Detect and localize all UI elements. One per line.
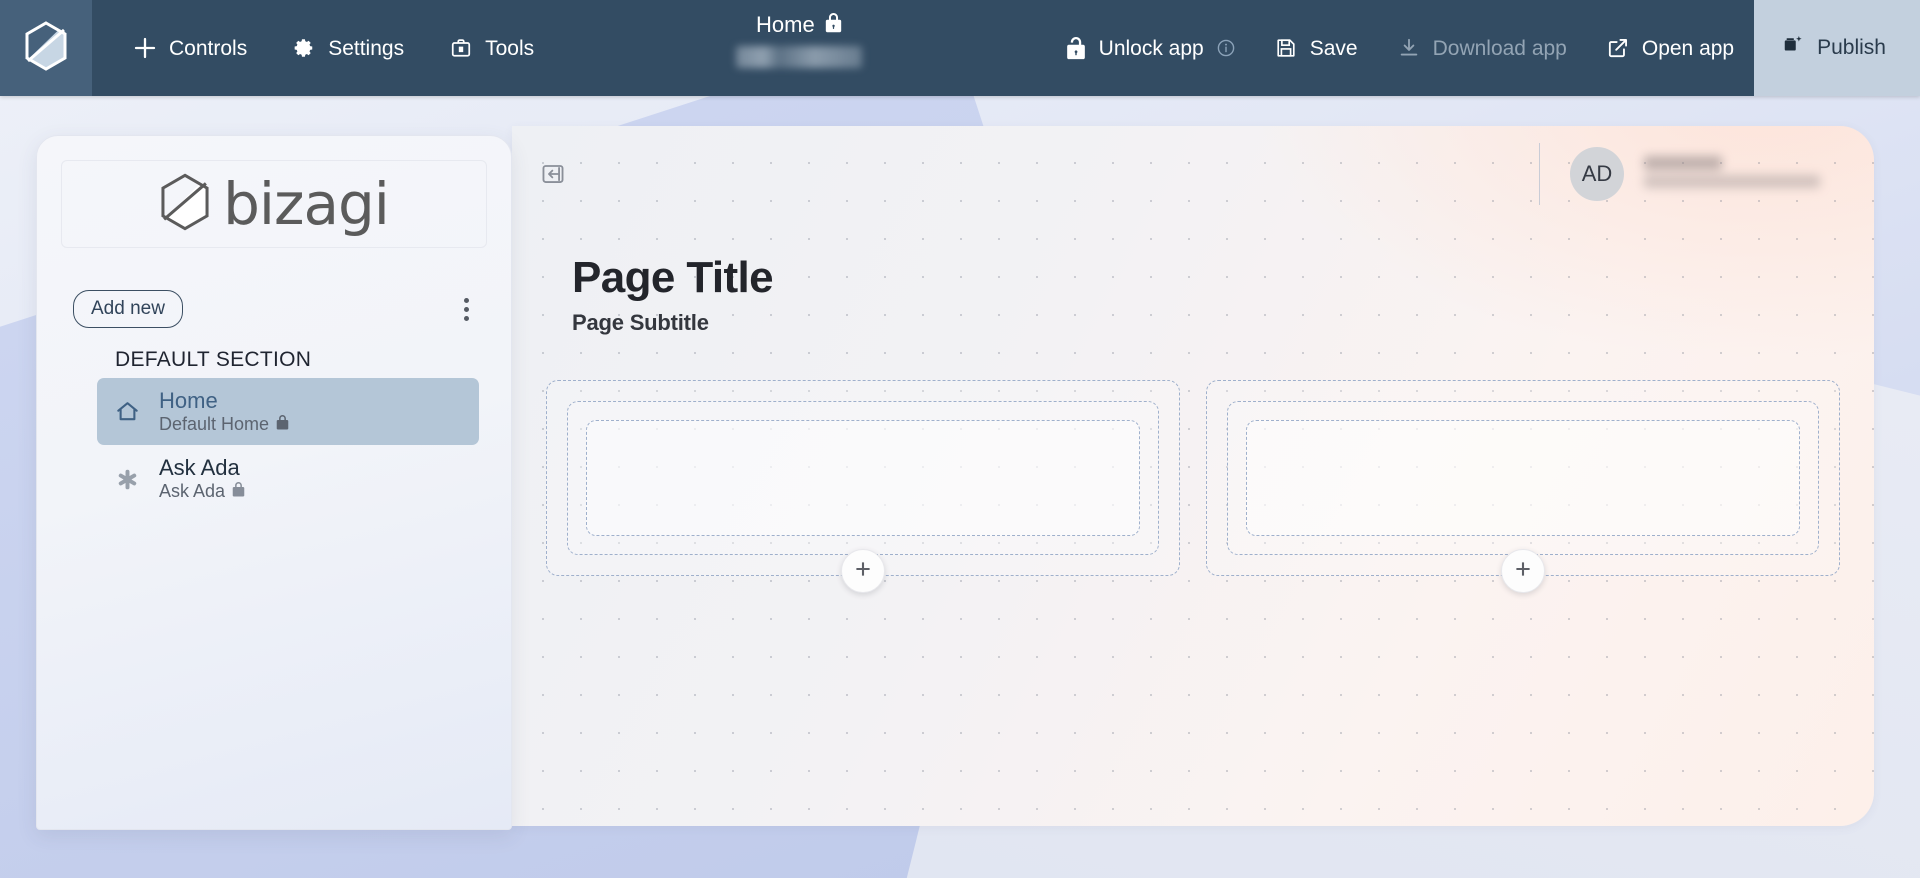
page-header: Page Title Page Subtitle	[572, 253, 774, 336]
controls-button[interactable]: Controls	[116, 27, 265, 69]
avatar[interactable]: AD	[1570, 147, 1624, 201]
download-icon	[1398, 37, 1420, 59]
brand-logo-box: bizagi	[61, 160, 487, 248]
controls-label: Controls	[169, 36, 248, 60]
bizagi-hexagon-logo-icon	[159, 173, 211, 236]
current-page-chip-container: Home	[552, 0, 1046, 96]
sidebar-item-home-subtitle: Default Home	[159, 413, 289, 435]
dropzone-right-inner[interactable]	[1246, 420, 1800, 536]
info-icon[interactable]	[1217, 39, 1235, 57]
dropzone-right-middle[interactable]	[1227, 401, 1819, 555]
bizagi-hexagon-logo-icon	[24, 20, 68, 76]
plus-icon	[134, 37, 156, 59]
sidebar-item-ask-ada-subtitle-text: Ask Ada	[159, 481, 226, 502]
current-page-label: Home	[756, 12, 815, 37]
app-root: Controls Settings Tools Home Unlock app …	[0, 0, 1920, 878]
section-label: DEFAULT SECTION	[115, 348, 312, 371]
lock-icon	[825, 13, 842, 37]
home-icon	[113, 399, 141, 424]
publish-icon	[1782, 34, 1804, 62]
tools-label: Tools	[485, 36, 535, 60]
brand-name: bizagi	[223, 170, 390, 238]
save-label: Save	[1309, 36, 1358, 60]
sidebar-item-home[interactable]: Home Default Home	[97, 378, 479, 446]
dropzone-left-inner[interactable]	[586, 420, 1140, 536]
gear-icon	[293, 37, 315, 59]
sidebar-item-home-title: Home	[159, 388, 218, 413]
lock-icon	[232, 482, 245, 502]
external-link-icon	[1607, 37, 1629, 59]
page-design-canvas: AD Page Title Page Subtitle	[512, 126, 1874, 826]
settings-button[interactable]: Settings	[275, 27, 422, 69]
settings-label: Settings	[328, 36, 405, 60]
unlock-app-label: Unlock app	[1098, 36, 1204, 60]
header-divider	[1539, 143, 1540, 205]
save-button[interactable]: Save	[1255, 0, 1378, 96]
toolbox-icon	[450, 37, 472, 59]
app-logo-button[interactable]	[0, 0, 92, 96]
current-page-chip[interactable]: Home	[735, 0, 862, 96]
open-app-label: Open app	[1641, 36, 1735, 60]
dropzone-right[interactable]	[1206, 380, 1840, 593]
sidebar-actions-row: Add new	[73, 290, 479, 328]
asterisk-icon	[113, 467, 141, 492]
unlock-icon	[1066, 36, 1086, 60]
dropzone-left-middle[interactable]	[567, 401, 1159, 555]
sidebar-item-home-subtitle-text: Default Home	[159, 413, 270, 434]
lock-icon	[276, 414, 289, 435]
dropzone-left[interactable]	[546, 380, 1180, 593]
sidebar-item-ask-ada-title: Ask Ada	[159, 455, 240, 481]
page-title[interactable]: Page Title	[572, 253, 774, 302]
add-new-button[interactable]: Add new	[73, 290, 183, 328]
add-component-button-right[interactable]	[1501, 549, 1545, 593]
dropzone-row	[546, 380, 1840, 593]
canvas-user-zone: AD	[1539, 143, 1830, 205]
current-page-subtitle-redacted	[735, 46, 862, 68]
user-name-redacted	[1640, 153, 1830, 195]
publish-label: Publish	[1817, 36, 1886, 59]
add-component-button-left[interactable]	[841, 549, 885, 593]
plus-icon	[853, 559, 873, 584]
download-app-button[interactable]: Download app	[1378, 0, 1587, 96]
unlock-app-button[interactable]: Unlock app	[1046, 0, 1255, 96]
open-app-button[interactable]: Open app	[1587, 0, 1754, 96]
top-toolbar: Controls Settings Tools Home Unlock app …	[0, 0, 1920, 96]
plus-icon	[1513, 559, 1533, 584]
top-nav-group: Controls Settings Tools	[92, 0, 552, 96]
floppy-disk-icon	[1275, 37, 1297, 59]
tools-button[interactable]: Tools	[432, 27, 552, 69]
sidebar-item-ask-ada-subtitle: Ask Ada	[159, 481, 245, 502]
app-pages-sidebar: bizagi Add new DEFAULT SECTION Home Defa…	[36, 135, 512, 830]
sidebar-item-ask-ada[interactable]: Ask Ada Ask Ada	[97, 445, 479, 512]
top-actions-group: Unlock app Save Download app Open app Pu…	[1046, 0, 1920, 96]
publish-button[interactable]: Publish	[1754, 0, 1920, 96]
kebab-menu-icon[interactable]	[454, 292, 479, 327]
collapse-sidebar-icon[interactable]	[540, 161, 566, 187]
canvas-header: AD	[512, 126, 1874, 222]
download-app-label: Download app	[1432, 36, 1567, 60]
page-subtitle[interactable]: Page Subtitle	[572, 310, 773, 336]
